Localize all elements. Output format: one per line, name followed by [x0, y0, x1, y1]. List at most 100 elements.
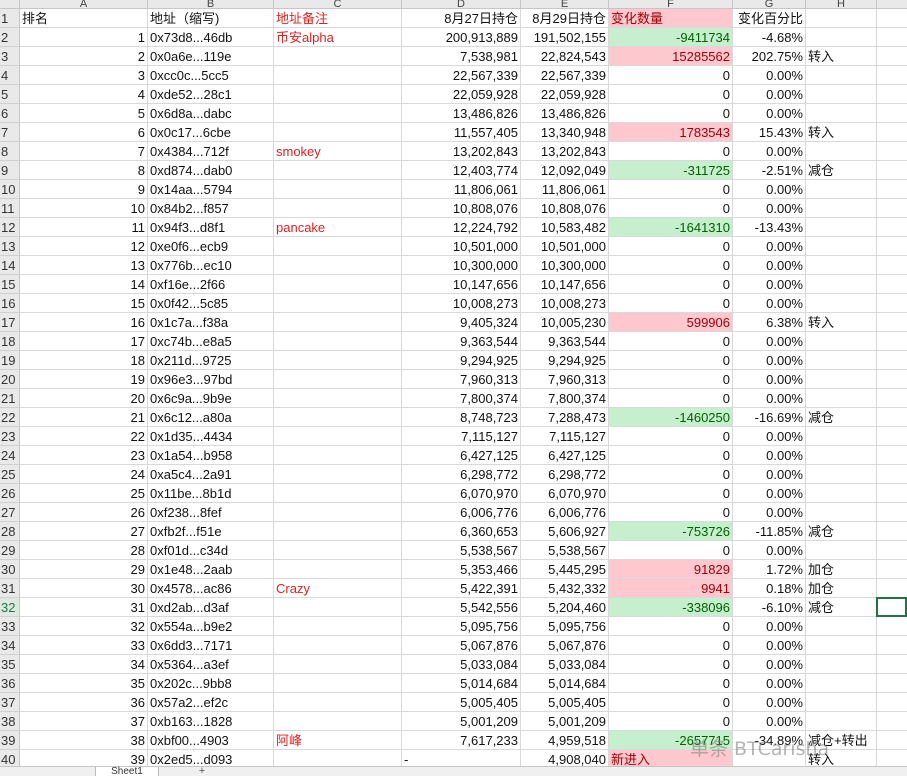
- row-number[interactable]: 14: [0, 256, 20, 275]
- change-cell[interactable]: 0: [609, 370, 733, 389]
- action-cell[interactable]: [806, 180, 877, 199]
- pct-cell[interactable]: 15.43%: [733, 123, 806, 142]
- row-number[interactable]: 36: [0, 674, 20, 693]
- address-cell[interactable]: 0xf238...8fef: [148, 503, 274, 522]
- rank-cell[interactable]: 21: [20, 408, 148, 427]
- rank-cell[interactable]: 16: [20, 313, 148, 332]
- aug29-cell[interactable]: 7,800,374: [521, 389, 609, 408]
- address-cell[interactable]: 0x14aa...5794: [148, 180, 274, 199]
- action-cell[interactable]: [806, 199, 877, 218]
- note-cell[interactable]: smokey: [274, 142, 402, 161]
- action-cell[interactable]: [806, 256, 877, 275]
- aug27-cell[interactable]: 9,405,324: [402, 313, 521, 332]
- aug29-cell[interactable]: 5,432,332: [521, 579, 609, 598]
- active-cell-selection[interactable]: [876, 597, 907, 617]
- address-cell[interactable]: 0x4578...ac86: [148, 579, 274, 598]
- note-cell[interactable]: [274, 66, 402, 85]
- rank-cell[interactable]: 28: [20, 541, 148, 560]
- aug29-cell[interactable]: 5,606,927: [521, 522, 609, 541]
- action-cell[interactable]: [806, 66, 877, 85]
- aug27-cell[interactable]: 7,538,981: [402, 47, 521, 66]
- header-note-cell[interactable]: 地址备注: [274, 9, 402, 28]
- aug27-cell[interactable]: 10,147,656: [402, 275, 521, 294]
- action-cell[interactable]: [806, 275, 877, 294]
- address-cell[interactable]: 0x1a54...b958: [148, 446, 274, 465]
- aug27-cell[interactable]: 7,617,233: [402, 731, 521, 750]
- row-number[interactable]: 1: [0, 9, 20, 28]
- add-sheet-icon[interactable]: +: [196, 766, 208, 776]
- address-cell[interactable]: 0x1e48...2aab: [148, 560, 274, 579]
- row-number[interactable]: 11: [0, 199, 20, 218]
- row-number[interactable]: 20: [0, 370, 20, 389]
- note-cell[interactable]: [274, 446, 402, 465]
- aug29-cell[interactable]: 12,092,049: [521, 161, 609, 180]
- rank-cell[interactable]: 19: [20, 370, 148, 389]
- aug27-cell[interactable]: 12,403,774: [402, 161, 521, 180]
- aug27-cell[interactable]: 22,059,928: [402, 85, 521, 104]
- address-cell[interactable]: 0x6c12...a80a: [148, 408, 274, 427]
- action-cell[interactable]: 加仓: [806, 560, 877, 579]
- aug29-cell[interactable]: 13,340,948: [521, 123, 609, 142]
- aug27-cell[interactable]: 5,033,084: [402, 655, 521, 674]
- pct-cell[interactable]: 202.75%: [733, 47, 806, 66]
- aug27-cell[interactable]: 9,363,544: [402, 332, 521, 351]
- note-cell[interactable]: [274, 408, 402, 427]
- column-header-h[interactable]: H: [806, 0, 877, 9]
- address-cell[interactable]: 0x6d8a...dabc: [148, 104, 274, 123]
- address-cell[interactable]: 0xfb2f...f51e: [148, 522, 274, 541]
- note-cell[interactable]: [274, 256, 402, 275]
- address-cell[interactable]: 0xa5c4...2a91: [148, 465, 274, 484]
- column-header-g[interactable]: G: [733, 0, 806, 9]
- action-cell[interactable]: 转入: [806, 123, 877, 142]
- rank-cell[interactable]: 10: [20, 199, 148, 218]
- pct-cell[interactable]: 0.00%: [733, 427, 806, 446]
- address-cell[interactable]: 0xf16e...2f66: [148, 275, 274, 294]
- aug27-cell[interactable]: 5,005,405: [402, 693, 521, 712]
- aug29-cell[interactable]: 5,005,405: [521, 693, 609, 712]
- pct-cell[interactable]: 0.00%: [733, 693, 806, 712]
- address-cell[interactable]: 0x1c7a...f38a: [148, 313, 274, 332]
- row-number[interactable]: 5: [0, 85, 20, 104]
- address-cell[interactable]: 0xd2ab...d3af: [148, 598, 274, 617]
- note-cell[interactable]: [274, 427, 402, 446]
- row-number[interactable]: 31: [0, 579, 20, 598]
- row-number[interactable]: 10: [0, 180, 20, 199]
- pct-cell[interactable]: 1.72%: [733, 560, 806, 579]
- rank-cell[interactable]: 24: [20, 465, 148, 484]
- empty-cell[interactable]: [877, 389, 907, 408]
- column-header-i[interactable]: [877, 0, 907, 9]
- action-cell[interactable]: 加仓: [806, 579, 877, 598]
- empty-cell[interactable]: [877, 28, 907, 47]
- empty-cell[interactable]: [877, 85, 907, 104]
- change-cell[interactable]: 0: [609, 180, 733, 199]
- pct-cell[interactable]: -6.10%: [733, 598, 806, 617]
- pct-cell[interactable]: 0.00%: [733, 351, 806, 370]
- note-cell[interactable]: [274, 693, 402, 712]
- row-number[interactable]: 18: [0, 332, 20, 351]
- aug27-cell[interactable]: 5,542,556: [402, 598, 521, 617]
- rank-cell[interactable]: 30: [20, 579, 148, 598]
- pct-cell[interactable]: 0.18%: [733, 579, 806, 598]
- change-cell[interactable]: -753726: [609, 522, 733, 541]
- action-cell[interactable]: [806, 142, 877, 161]
- header-rank-cell[interactable]: 排名: [20, 9, 148, 28]
- header-pct-cell[interactable]: 变化百分比: [733, 9, 806, 28]
- action-cell[interactable]: [806, 636, 877, 655]
- change-cell[interactable]: 0: [609, 332, 733, 351]
- address-cell[interactable]: 0xd874...dab0: [148, 161, 274, 180]
- rank-cell[interactable]: 4: [20, 85, 148, 104]
- row-number[interactable]: 13: [0, 237, 20, 256]
- empty-cell[interactable]: [877, 484, 907, 503]
- empty-cell[interactable]: [877, 313, 907, 332]
- pct-cell[interactable]: 0.00%: [733, 541, 806, 560]
- address-cell[interactable]: 0x57a2...ef2c: [148, 693, 274, 712]
- rank-cell[interactable]: 15: [20, 294, 148, 313]
- pct-cell[interactable]: 0.00%: [733, 256, 806, 275]
- pct-cell[interactable]: -16.69%: [733, 408, 806, 427]
- pct-cell[interactable]: 0.00%: [733, 503, 806, 522]
- action-cell[interactable]: [806, 294, 877, 313]
- action-cell[interactable]: [806, 541, 877, 560]
- aug27-cell[interactable]: 5,353,466: [402, 560, 521, 579]
- row-number[interactable]: 34: [0, 636, 20, 655]
- pct-cell[interactable]: 0.00%: [733, 180, 806, 199]
